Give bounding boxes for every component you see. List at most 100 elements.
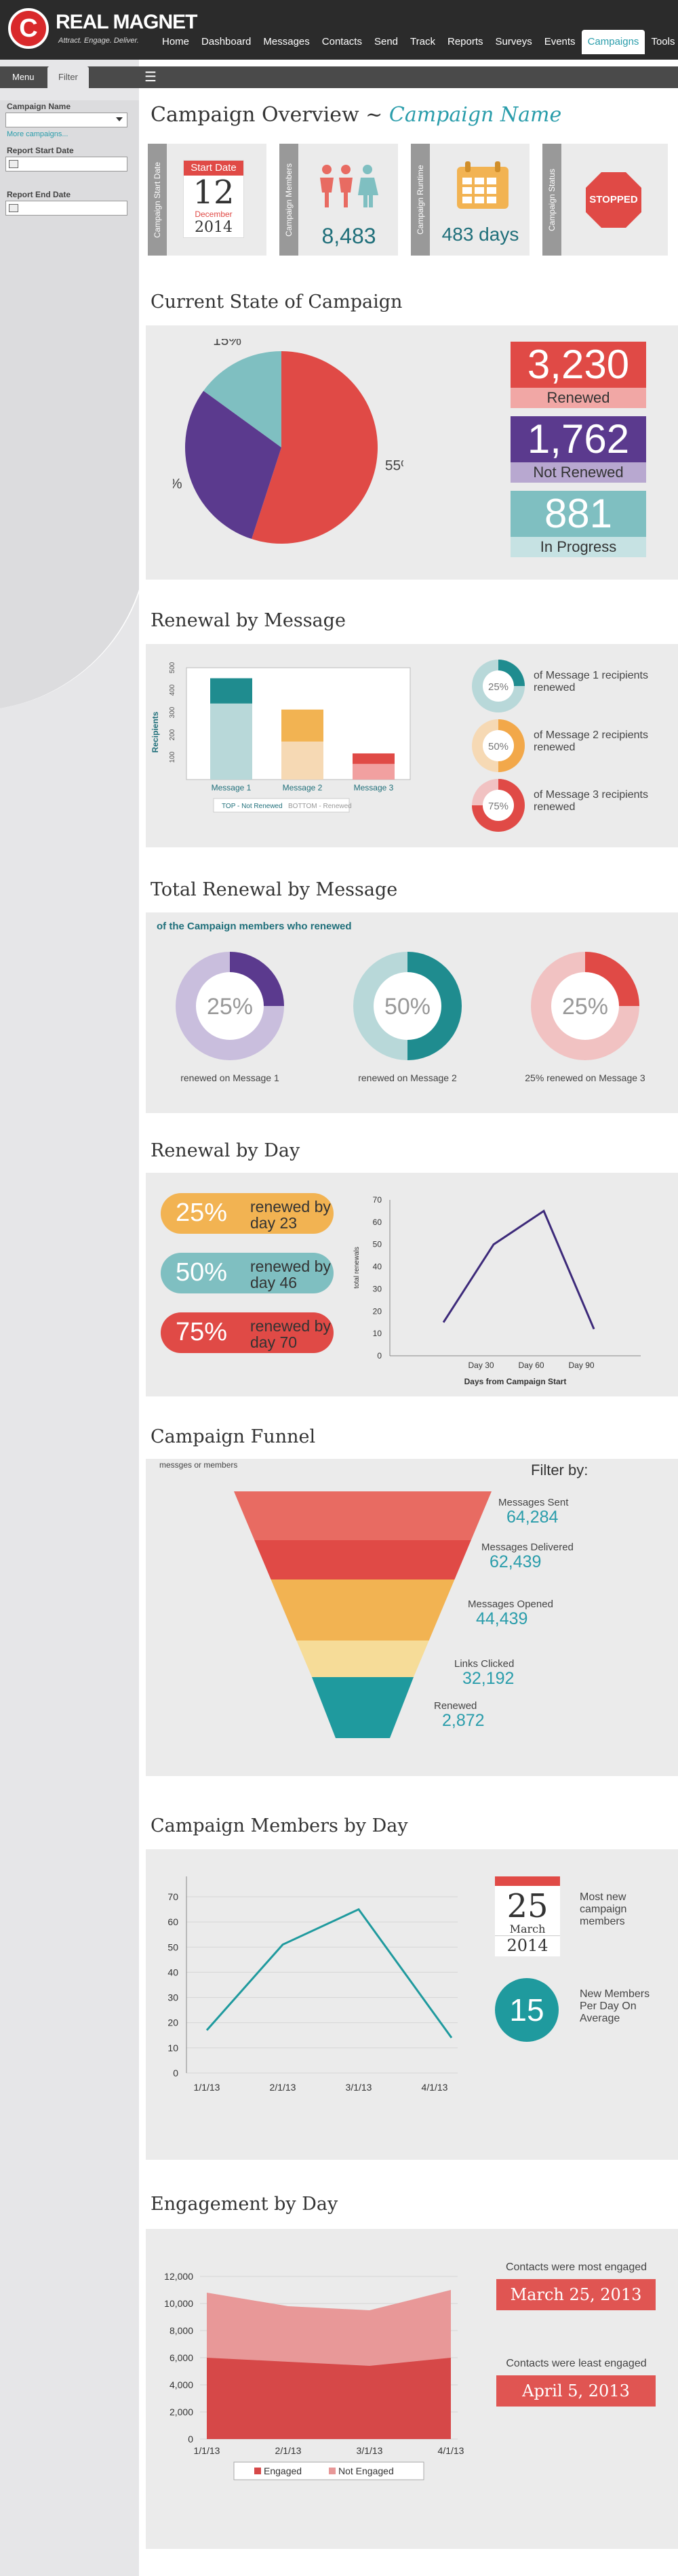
- nav-surveys[interactable]: Surveys: [490, 30, 538, 54]
- pill-pct: 25%: [176, 1199, 228, 1227]
- peak-calendar-icon: 25 March 2014: [495, 1876, 560, 1956]
- legend-label: Not Engaged: [338, 2466, 394, 2476]
- nav-track[interactable]: Track: [404, 30, 441, 54]
- renewal-by-message-title: Renewal by Message: [151, 610, 346, 631]
- funnel-stage: [234, 1491, 492, 1540]
- engagement-ytick: 6,000: [170, 2352, 193, 2363]
- chevron-down-icon: [116, 117, 123, 121]
- funnel-stage-value: 32,192: [462, 1669, 515, 1688]
- pill-pct: 75%: [176, 1318, 228, 1346]
- people-icon: [320, 165, 378, 207]
- members-by-day-panel: 0 10 20 30 40 50 60 70 1/1/13 2/1/13 3/1/13 4/1/13 …: [146, 1849, 678, 2160]
- tab-filter[interactable]: Filter: [47, 66, 89, 88]
- engagement-ytick: 12,000: [164, 2271, 193, 2282]
- report-start-date-input[interactable]: [5, 157, 127, 172]
- day-ytick: 60: [373, 1217, 382, 1227]
- hamburger-icon[interactable]: ☰: [144, 70, 157, 85]
- nav-dashboard[interactable]: Dashboard: [195, 30, 257, 54]
- funnel-stage-label: Renewed: [434, 1700, 477, 1712]
- main-nav: Home Dashboard Messages Contacts Send Track Re…: [156, 30, 678, 54]
- nav-home[interactable]: Home: [156, 30, 195, 54]
- members-card: Campaign Members 8,483: [279, 144, 398, 256]
- funnel-chart: [234, 1491, 492, 1738]
- funnel-title: Campaign Funnel: [151, 1426, 316, 1447]
- engagement-xtick: 3/1/13: [357, 2445, 383, 2456]
- funnel-stage-label: Messages Delivered: [481, 1542, 574, 1553]
- funnel-stage-value: 44,439: [476, 1609, 528, 1628]
- stat-value: 3,230: [511, 342, 646, 388]
- avg-members-badge: 15: [495, 1978, 559, 2042]
- calendar-icon[interactable]: [9, 204, 18, 212]
- donut-pct: 25%: [562, 994, 608, 1020]
- more-campaigns-link[interactable]: More campaigns...: [7, 130, 68, 138]
- total-renewal-subtitle: of the Campaign members who renewed: [157, 921, 352, 932]
- bar-category: Message 3: [354, 783, 394, 792]
- funnel-stage: [312, 1677, 414, 1738]
- day-ylabel: total renewals: [353, 1247, 361, 1289]
- start-date-card: Campaign Start Date Start Date 12 Decemb…: [148, 144, 266, 256]
- nav-campaigns[interactable]: Campaigns: [581, 30, 645, 54]
- members-ytick: 20: [167, 2017, 178, 2028]
- day-xtick: Day 30: [468, 1361, 494, 1370]
- top-bar: C REAL MAGNET Attract. Engage. Deliver. …: [0, 0, 678, 60]
- logo-mark-icon: C: [8, 8, 49, 49]
- members-line: [205, 1908, 453, 2038]
- nav-tools[interactable]: Tools: [645, 30, 678, 54]
- pill-pct: 50%: [176, 1258, 228, 1287]
- nav-send[interactable]: Send: [368, 30, 404, 54]
- campaign-name-select[interactable]: [5, 113, 127, 127]
- start-day: 12: [193, 174, 235, 212]
- day-ytick: 0: [377, 1351, 382, 1361]
- bar-renewed: [281, 741, 323, 780]
- runtime-value: 483 days: [441, 224, 519, 245]
- legend-label: Engaged: [264, 2466, 302, 2476]
- donut-caption: 25% renewed on Message 3: [525, 1072, 645, 1083]
- calendar-grid-icon: [457, 161, 509, 209]
- day-ytick: 40: [373, 1262, 382, 1272]
- donut-text: of Message 2 recipients renewed: [534, 729, 648, 753]
- day-ytick: 50: [373, 1240, 382, 1249]
- engagement-ytick: 0: [188, 2434, 193, 2444]
- legend-bottom: BOTTOM - Renewed: [288, 803, 352, 810]
- stat-label: Renewed: [511, 388, 646, 408]
- funnel-stage-value: 2,872: [442, 1711, 485, 1730]
- nav-events[interactable]: Events: [538, 30, 582, 54]
- funnel-panel: messges or members Filter by: Messages S…: [146, 1459, 678, 1776]
- day-xtick: Day 90: [569, 1361, 595, 1370]
- runtime-card: Campaign Runtime 483 days: [411, 144, 530, 256]
- bar-ylabel: Recipients: [151, 711, 160, 752]
- renewal-by-message-panel: Recipients 100 200 300 400 500 Message 1 Messag…: [146, 644, 678, 847]
- members-ytick: 70: [167, 1891, 178, 1902]
- calendar-icon[interactable]: [9, 160, 18, 168]
- members-ytick: 10: [167, 2042, 178, 2053]
- content-toolbar: ☰: [139, 66, 678, 88]
- bar-renewed: [210, 703, 252, 780]
- sidebar: Menu Filter Campaign Name More campaigns…: [0, 60, 139, 2576]
- members-xtick: 2/1/13: [270, 2082, 296, 2093]
- donut-pct: 75%: [488, 801, 509, 812]
- report-end-date-input[interactable]: [5, 201, 127, 216]
- tab-menu[interactable]: Menu: [1, 66, 45, 88]
- members-ytick: 40: [167, 1967, 178, 1977]
- members-ytick: 60: [167, 1916, 178, 1927]
- bar-ytick: 500: [169, 662, 176, 673]
- overview-title-campaign: Campaign Name: [388, 103, 562, 127]
- donut-text: of Message 1 recipients renewed: [534, 670, 648, 693]
- members-xtick: 3/1/13: [346, 2082, 372, 2093]
- peak-year: 2014: [495, 1935, 560, 1955]
- calendar-icon: Start Date 12 December 2014: [183, 160, 244, 238]
- nav-reports[interactable]: Reports: [441, 30, 490, 54]
- members-xtick: 4/1/13: [422, 2082, 448, 2093]
- status-card: Campaign Status STOPPED: [542, 144, 668, 256]
- bar-category: Message 2: [283, 783, 323, 792]
- members-ytick: 30: [167, 1992, 178, 2003]
- pie-label: 15%: [213, 339, 241, 348]
- engagement-ytick: 8,000: [170, 2325, 193, 2336]
- renewal-by-message-bar-chart: Recipients 100 200 300 400 500 Message 1 Messag…: [151, 662, 411, 813]
- nav-messages[interactable]: Messages: [257, 30, 315, 54]
- members-card-label: Campaign Members: [279, 144, 298, 256]
- most-engaged-date: March 25, 2013: [496, 2279, 656, 2310]
- start-date-card-label: Campaign Start Date: [148, 144, 167, 256]
- nav-contacts[interactable]: Contacts: [316, 30, 368, 54]
- brand-logo[interactable]: C REAL MAGNET Attract. Engage. Deliver.: [8, 7, 197, 52]
